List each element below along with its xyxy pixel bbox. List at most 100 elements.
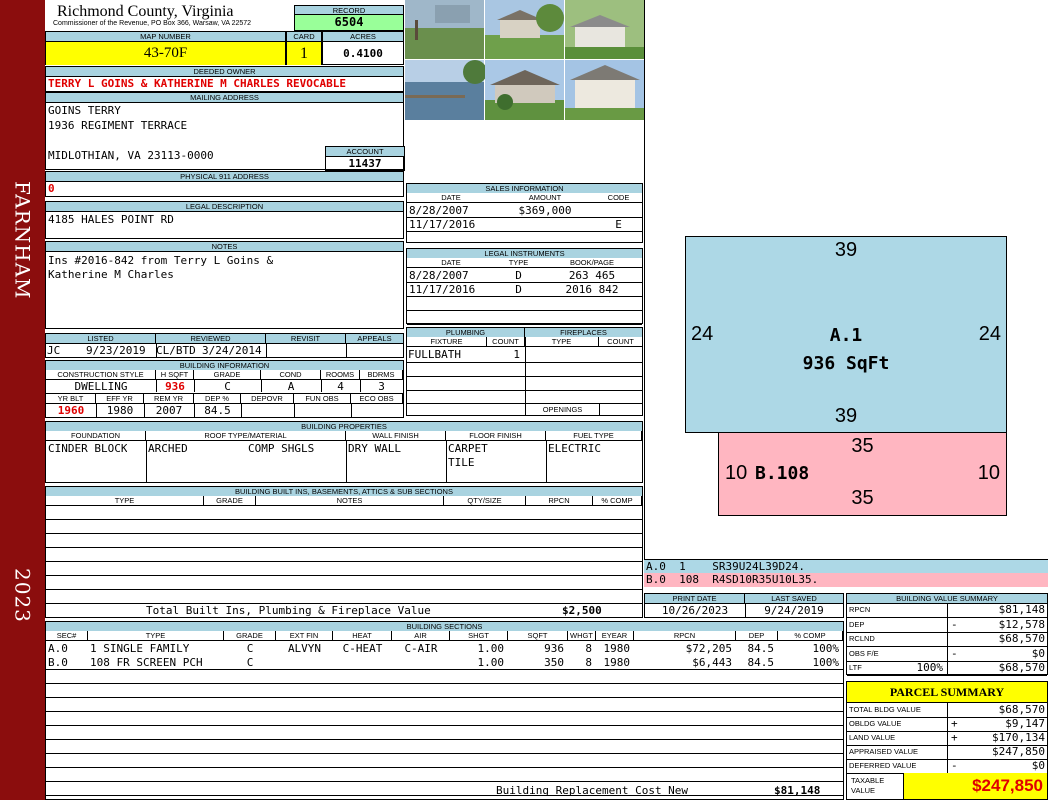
mailing-line2: 1936 REGIMENT TERRACE: [48, 119, 188, 132]
building-info-header: COND: [261, 370, 321, 380]
properties-header: FLOOR FINISH: [446, 431, 546, 441]
sketch-area: 39 24 24 39 A.1 936 SqFt 35 10 10 35 B.1…: [644, 0, 1050, 560]
parcel-summary-label: PARCEL SUMMARY: [847, 682, 1047, 703]
value-summary-value: $0: [1031, 646, 1045, 660]
building-info-value: 936: [165, 380, 185, 393]
sales-header: CODE: [595, 193, 642, 203]
last-saved: 9/24/2019: [764, 604, 824, 617]
sales-box: SALES INFORMATION DATE AMOUNT CODE 8/28/200…: [406, 183, 643, 243]
taxable-label: TAXABLE VALUE: [851, 776, 885, 795]
sections-header: SQFT: [508, 631, 568, 641]
instruments-header: TYPE: [495, 258, 542, 268]
floor-finish-value-2: TILE: [448, 456, 475, 469]
builtins-header: GRADE: [204, 496, 256, 506]
sections-header: EXT FIN: [276, 631, 333, 641]
county-title: Richmond County, Virginia: [57, 3, 234, 20]
notes-line2: Katherine M Charles: [48, 268, 174, 281]
building-info-value: 3: [378, 380, 385, 393]
fuel-type-value: ELECTRIC: [548, 442, 601, 455]
mailing-box: MAILING ADDRESS GOINS TERRY 1936 REGIMEN…: [45, 92, 405, 171]
value-summary-box: BUILDING VALUE SUMMARY RPCN $81,148 DEP - $1…: [846, 593, 1048, 676]
fireplace-count-header: COUNT: [599, 337, 642, 347]
legal-box: LEGAL DESCRIPTION 4185 HALES POINT RD: [45, 201, 404, 239]
building-info-header2: ECO OBS: [351, 394, 403, 404]
section-cell: 84.5: [747, 642, 775, 655]
value-summary-percent: 100%: [916, 661, 944, 674]
properties-header: FUEL TYPE: [546, 431, 642, 441]
sections-header: RPCN: [634, 631, 736, 641]
builtins-header: TYPE: [46, 496, 204, 506]
legend-b-text: B.0 108 R4SD10R35U10L35.: [646, 573, 819, 586]
building-info-header: H SQFT: [156, 370, 194, 380]
section-cell: $6,443: [692, 656, 732, 669]
building-info-header: ROOMS: [321, 370, 360, 380]
building-info-header: GRADE: [194, 370, 261, 380]
county-header: Richmond County, Virginia Commissioner o…: [45, 0, 295, 31]
section-cell: 8: [585, 656, 592, 669]
builtins-header: RPCN: [526, 496, 593, 506]
record-label: RECORD: [295, 6, 403, 15]
properties-header: ROOF TYPE/MATERIAL: [146, 431, 346, 441]
sketch-a-area: 936 SqFt: [802, 353, 890, 374]
sales-code: E: [615, 218, 622, 231]
section-cell: A.0: [48, 642, 68, 655]
builtins-total-label: Total Built Ins, Plumbing & Fireplace Va…: [146, 604, 431, 617]
floor-finish-value-1: CARPET: [448, 442, 488, 455]
section-cell: 8: [585, 642, 592, 655]
building-info-header2: FUN OBS: [294, 394, 351, 404]
acres-value: 0.4100: [343, 47, 383, 60]
legend-a-text: A.0 1 SR39U24L39D24.: [646, 560, 805, 573]
legend-a: A.0 1 SR39U24L39D24.: [644, 559, 1048, 573]
instrument-date: 11/17/2016: [409, 283, 476, 296]
taxable-value: $247,850: [903, 773, 1047, 799]
instrument-type: D: [515, 269, 522, 282]
value-summary-value: $12,578: [998, 617, 1045, 631]
revisit-label: REVISIT: [266, 334, 346, 344]
parcel-key: APPRAISED VALUE: [849, 747, 919, 756]
building-info-header2: REM YR: [144, 394, 194, 404]
parcel-value: $68,570: [998, 703, 1045, 716]
value-summary-value: $81,148: [998, 603, 1045, 616]
section-cell: 100%: [812, 656, 840, 669]
print-date: 10/26/2023: [661, 604, 729, 617]
building-info-value: C: [224, 380, 231, 393]
fireplace-type-header: TYPE: [525, 337, 599, 347]
sketch-b-right: 10: [977, 462, 1000, 484]
sections-header: HEAT: [333, 631, 392, 641]
building-info-header2: EFF YR: [96, 394, 144, 404]
last-saved-label: LAST SAVED: [745, 594, 843, 604]
sections-total: $81,148: [774, 784, 821, 797]
instrument-type: D: [515, 283, 522, 296]
builtins-box: BUILDING BUILT INS, BASEMENTS, ATTICS & …: [45, 486, 643, 618]
parcel-key: LAND VALUE: [849, 733, 896, 742]
fixture-header: FIXTURE: [407, 337, 487, 347]
building-info-value2: 1960: [57, 404, 85, 417]
section-cell: 84.5: [747, 656, 775, 669]
sketch-b-top: 35: [851, 435, 874, 457]
appeals-label: APPEALS: [346, 334, 403, 344]
sales-header: AMOUNT: [495, 193, 595, 203]
print-date-label: PRINT DATE: [645, 594, 745, 604]
builtins-header: % COMP: [593, 496, 642, 506]
sections-header: EYEAR: [596, 631, 634, 641]
value-summary-key: DEP: [849, 619, 865, 629]
reviewed-label: REVIEWED: [156, 334, 266, 344]
sections-header: AIR: [392, 631, 450, 641]
building-info-header: BDRMS: [360, 370, 403, 380]
sketch-b-id: B.108: [755, 463, 810, 484]
instrument-bookpage: 2016 842: [565, 283, 619, 296]
notes-line1: Ins #2016-842 from Terry L Goins &: [48, 254, 274, 267]
instrument-date: 8/28/2007: [409, 269, 469, 282]
mailing-line1: GOINS TERRY: [48, 104, 121, 117]
photo-grid: [405, 0, 645, 120]
year-label: 2023: [10, 567, 35, 623]
acres-box: ACRES 0.4100: [322, 31, 404, 65]
legal-value: 4185 HALES POINT RD: [48, 213, 174, 226]
account-value: 11437: [348, 157, 382, 170]
listed-date: 9/23/2019: [86, 344, 146, 357]
section-cell: 936: [544, 642, 564, 655]
section-cell: C: [246, 656, 254, 669]
parcel-key: TOTAL BLDG VALUE: [849, 705, 921, 714]
reviewed-date: 3/24/2014: [202, 344, 262, 357]
value-summary-value: $68,570: [998, 661, 1045, 674]
